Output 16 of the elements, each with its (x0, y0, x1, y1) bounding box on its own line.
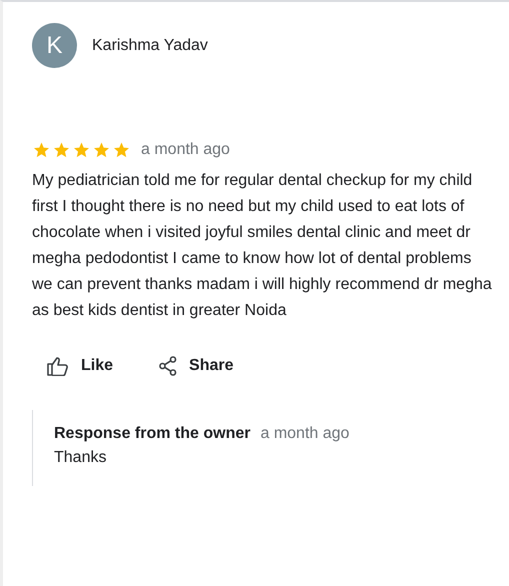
avatar: K (32, 23, 77, 68)
response-title: Response from the owner (54, 424, 250, 444)
star-icon (32, 141, 51, 159)
review-time: a month ago (141, 140, 230, 160)
author-name: Karishma Yadav (92, 36, 208, 56)
share-icon (159, 356, 178, 376)
like-button[interactable]: Like (47, 354, 114, 378)
response-text: Thanks (54, 448, 108, 468)
star-icon (72, 141, 91, 159)
response-time: a month ago (260, 424, 350, 444)
review-text: My pediatrician told me for regular dental checkup for my child first I thought there is no need but my child used to eat lots of chocolate when i visited joyful smiles dental clinic and meet dr megha pedodontist I came to know how lot of dental problems we can prevent thanks madam i will highly recommend dr megha as best kids dentist in greater Noida (32, 171, 492, 321)
star-icon (52, 141, 71, 159)
star-icon (112, 141, 131, 159)
star-icon (92, 141, 111, 159)
thumbs-up-icon (47, 356, 69, 376)
share-button[interactable]: Share (159, 354, 234, 378)
